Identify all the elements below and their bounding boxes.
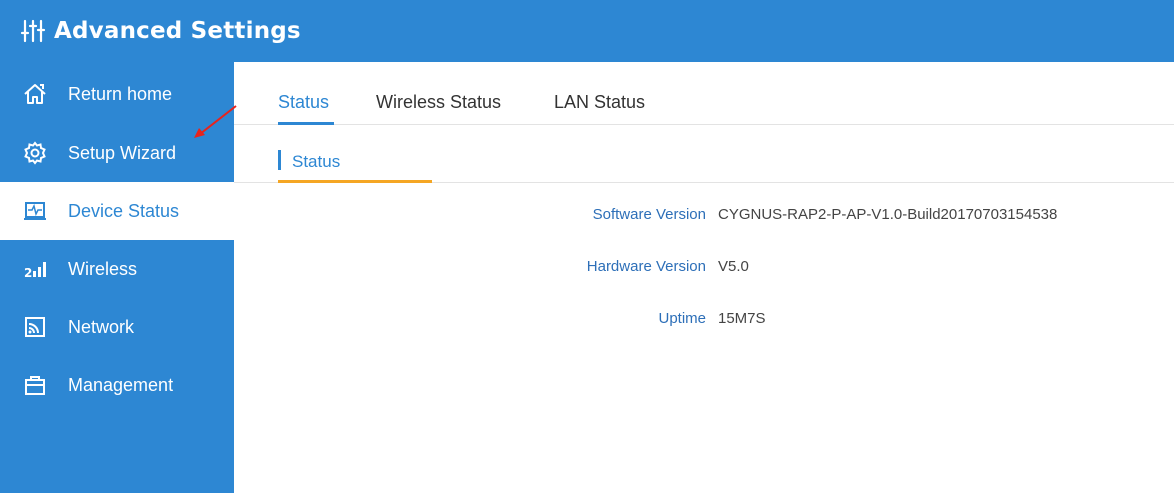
- software-version-value: CYGNUS-RAP2-P-AP-V1.0-Build2017070315453…: [718, 206, 1058, 223]
- sidebar-item-label: Management: [68, 374, 174, 395]
- sidebar-item-label: Wireless: [68, 258, 138, 279]
- sidebar-item-label: Return home: [68, 83, 173, 104]
- gear-icon: [22, 140, 48, 166]
- sidebar-item-device-status[interactable]: Device Status: [0, 182, 234, 240]
- main-content: Status Wireless Status LAN Status Status…: [234, 62, 1174, 493]
- tab-lan-status[interactable]: LAN Status: [554, 92, 645, 113]
- section-underline: [278, 180, 432, 183]
- header-bar: Advanced Settings: [0, 0, 1174, 62]
- software-version-row: Software Version CYGNUS-RAP2-P-AP-V1.0-B…: [234, 206, 1174, 226]
- sidebar-item-label: Device Status: [68, 200, 180, 221]
- sidebar-item-network[interactable]: Network: [0, 298, 234, 356]
- home-icon: [22, 81, 48, 107]
- hardware-version-value: V5.0: [718, 258, 749, 275]
- uptime-row: Uptime 15M7S: [234, 310, 1174, 330]
- hardware-version-row: Hardware Version V5.0: [234, 258, 1174, 278]
- hardware-version-label: Hardware Version: [586, 258, 706, 275]
- sidebar-item-wireless[interactable]: 2 Wireless: [0, 240, 234, 298]
- toolbox-icon: [22, 372, 48, 398]
- section-title: Status: [292, 152, 341, 171]
- section-header: Status: [234, 150, 1174, 183]
- sidebar-item-label: Setup Wizard: [68, 142, 177, 163]
- uptime-label: Uptime: [658, 310, 706, 327]
- active-tab-indicator: [278, 122, 334, 125]
- equalizer-icon: [20, 18, 46, 44]
- sidebar-item-management[interactable]: Management: [0, 356, 234, 414]
- tab-bar: Status Wireless Status LAN Status: [234, 62, 1174, 125]
- rss-icon: [22, 314, 48, 340]
- sidebar: Return home Setup Wizard Device Status 2…: [0, 62, 234, 493]
- tab-wireless-status[interactable]: Wireless Status: [376, 92, 501, 113]
- sidebar-item-label: Network: [68, 316, 135, 337]
- app-title: Advanced Settings: [54, 18, 301, 44]
- section-marker: [278, 150, 281, 170]
- monitor-pulse-icon: [22, 198, 48, 224]
- svg-text:2: 2: [24, 266, 32, 280]
- software-version-label: Software Version: [592, 206, 706, 223]
- sidebar-item-setup-wizard[interactable]: Setup Wizard: [0, 124, 234, 182]
- signal-bars-icon: 2: [22, 256, 48, 282]
- tab-status[interactable]: Status: [278, 92, 329, 113]
- sidebar-item-return-home[interactable]: Return home: [0, 64, 234, 124]
- uptime-value: 15M7S: [718, 310, 766, 327]
